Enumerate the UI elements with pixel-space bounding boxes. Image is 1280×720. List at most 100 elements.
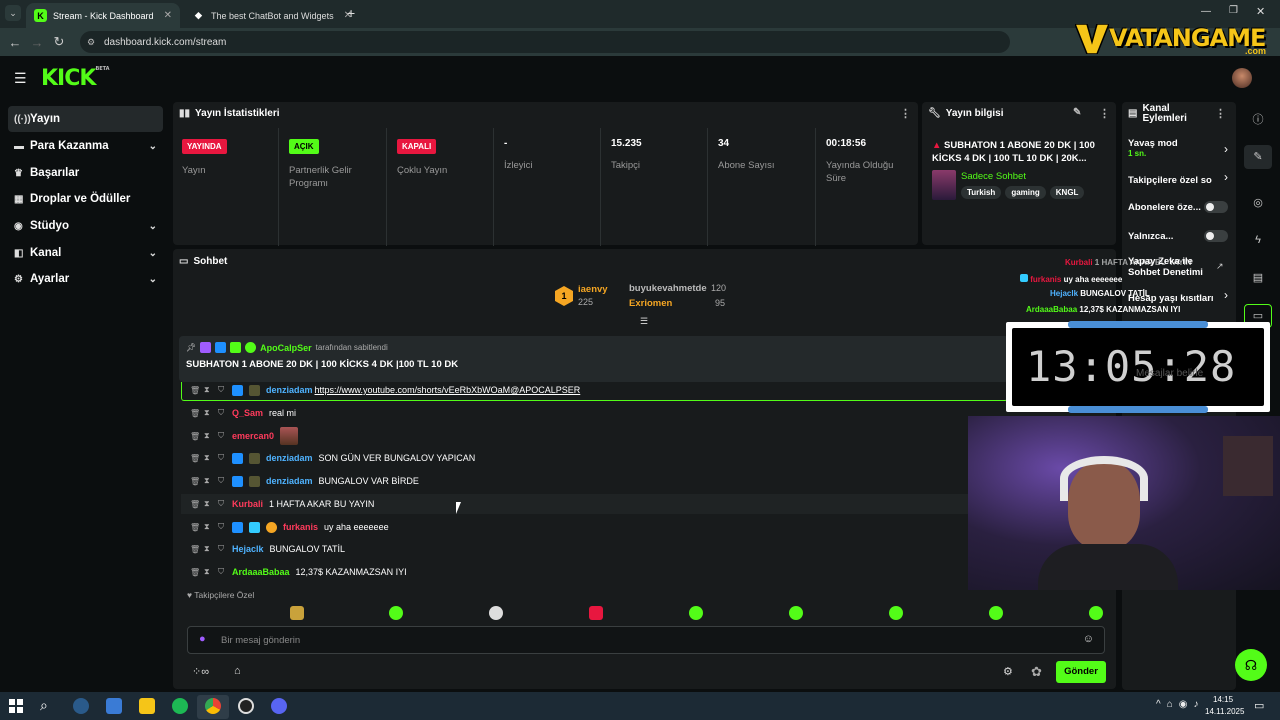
forward-icon[interactable]: →	[26, 35, 48, 50]
ban-icon[interactable]: ⛉	[218, 499, 226, 509]
tab-chatbot[interactable]: ◆ The best ChatBot and Widgets ✕	[184, 3, 360, 28]
minimize-icon[interactable]: —	[1201, 6, 1211, 17]
emote-icon[interactable]	[1089, 606, 1103, 620]
chat-username[interactable]: emercan0	[232, 431, 274, 441]
emote-icon[interactable]	[789, 606, 803, 620]
timeout-icon[interactable]: ⧗	[204, 408, 212, 418]
chat-message[interactable]: 🗑︎ ⧗ ⛉ emercan0	[190, 427, 299, 445]
send-button[interactable]: Gönder	[1056, 661, 1106, 683]
close-tab-icon[interactable]: ✕	[164, 10, 172, 21]
delete-icon[interactable]: 🗑︎	[190, 500, 200, 509]
tag[interactable]: KNGL	[1049, 186, 1085, 199]
info-menu-icon[interactable]: ⋮	[1099, 107, 1110, 120]
site-info-icon[interactable]: ⚙	[87, 37, 95, 48]
collapse-leaderboard-icon[interactable]: ☰	[640, 316, 648, 327]
mic-icon[interactable]: ●	[199, 633, 206, 645]
timeout-icon[interactable]: ⧗	[204, 544, 212, 554]
chat-message[interactable]: 🗑︎ ⧗ ⛉ denziadam https://www.youtube.com/s…	[190, 381, 580, 399]
sidebar-item-droplar[interactable]: ▦ Droplar ve Ödüller	[8, 186, 163, 212]
chat-settings-icon[interactable]: ⚙	[1003, 665, 1013, 678]
support-button[interactable]: ☊	[1235, 649, 1267, 681]
taskbar-time[interactable]: 14:15	[1213, 695, 1233, 704]
tab-kick-dashboard[interactable]: K Stream - Kick Dashboard ✕	[26, 3, 180, 28]
emote-icon[interactable]	[989, 606, 1003, 620]
emote-icon[interactable]	[389, 606, 403, 620]
slow-mode-row[interactable]: Yavaş mod 1 sn. ›	[1128, 138, 1228, 162]
ban-icon[interactable]: ⛉	[218, 408, 226, 418]
chat-message[interactable]: 🗑︎ ⧗ ⛉ Hejaclk BUNGALOV TATİL	[190, 540, 345, 558]
chat-username[interactable]: denziadam	[266, 385, 313, 395]
pinned-message[interactable]: 📌︎ ApoCalpSer tarafından sabitlendi SUBH…	[179, 336, 1009, 382]
chat-message[interactable]: 🗑︎ ⧗ ⛉ Q_Sam real mi	[190, 404, 296, 422]
timeout-icon[interactable]: ⧗	[204, 453, 212, 463]
chat-message[interactable]: 🗑︎ ⧗ ⛉ ArdaaaBabaa 12,37$ KAZANMAZSAN IYI	[190, 563, 407, 581]
chat-username[interactable]: ArdaaaBabaa	[232, 567, 290, 577]
chat-message[interactable]: 🗑︎ ⧗ ⛉ denziadam SON GÜN VER BUNGALOV YAPI…	[190, 449, 475, 467]
ban-icon[interactable]: ⛉	[218, 385, 226, 395]
steam-icon[interactable]	[73, 698, 89, 714]
followers-only-row[interactable]: Takipçilere özel so ›	[1128, 170, 1228, 186]
chrome-icon[interactable]	[205, 698, 221, 714]
system-tray-icons[interactable]: ^⌂◉♪	[1156, 699, 1204, 710]
spotify-icon[interactable]	[172, 698, 188, 714]
delete-icon[interactable]: 🗑︎	[190, 386, 200, 395]
chat-message[interactable]: 🗑︎ ⧗ ⛉ denziadam BUNGALOV VAR BİRDE	[190, 472, 419, 490]
actions-menu-icon[interactable]: ⋮	[1215, 107, 1226, 120]
delete-icon[interactable]: 🗑︎	[190, 523, 200, 532]
start-icon[interactable]	[9, 699, 23, 713]
kick-logo[interactable]: KICKBETA	[41, 66, 110, 91]
reload-icon[interactable]: ↻	[48, 34, 70, 50]
only-toggle[interactable]	[1204, 230, 1228, 242]
mod-settings-icon[interactable]: ✿	[1031, 664, 1042, 680]
ban-icon[interactable]: ⛉	[218, 476, 226, 486]
delete-icon[interactable]: 🗑︎	[190, 454, 200, 463]
emote-icon[interactable]	[689, 606, 703, 620]
category-link[interactable]: Sadece Sohbet	[961, 171, 1026, 182]
sidebar-item-studyo[interactable]: ◉ Stüdyo ⌄	[8, 213, 163, 239]
sidebar-item-yayin[interactable]: ((·)) Yayın	[8, 106, 163, 132]
maximize-icon[interactable]: ❐	[1229, 5, 1238, 16]
sidebar-item-kanal[interactable]: ◧ Kanal ⌄	[8, 240, 163, 266]
chat-text[interactable]: https://www.youtube.com/shorts/vEeRbXbWO…	[315, 385, 581, 395]
taskbar-date[interactable]: 14.11.2025	[1205, 707, 1244, 716]
stats-menu-icon[interactable]: ⋮	[900, 107, 911, 120]
hamburger-menu-icon[interactable]: ☰	[14, 70, 27, 87]
delete-icon[interactable]: 🗑︎	[190, 432, 200, 441]
obs-icon[interactable]	[238, 698, 254, 714]
store-icon[interactable]: ⌂	[234, 665, 241, 677]
chat-username[interactable]: furkanis	[283, 522, 318, 532]
emote-icon[interactable]	[290, 606, 304, 620]
delete-icon[interactable]: 🗑︎	[190, 545, 200, 554]
chat-username[interactable]: denziadam	[266, 453, 313, 463]
chat-username[interactable]: denziadam	[266, 476, 313, 486]
subs-only-toggle[interactable]	[1204, 201, 1228, 213]
camera-rail-icon[interactable]: ◎	[1244, 196, 1272, 220]
chat-username[interactable]: Kurbali	[232, 499, 263, 509]
edit-rail-icon[interactable]: ✎	[1244, 145, 1272, 169]
timeout-icon[interactable]: ⧗	[204, 567, 212, 577]
kick-points-icon[interactable]: ⁘∞	[192, 665, 209, 678]
tag[interactable]: gaming	[1005, 186, 1046, 199]
chat-username[interactable]: Q_Sam	[232, 408, 263, 418]
taskbar-search-icon[interactable]: ⌕	[40, 697, 48, 714]
chat-message[interactable]: 🗑︎ ⧗ ⛉ Kurbali 1 HAFTA AKAR BU YAYIN	[190, 495, 374, 513]
external-link-icon[interactable]: ↗	[1216, 261, 1224, 272]
emoji-icon[interactable]: ☺	[1083, 633, 1094, 645]
lightning-rail-icon[interactable]: ϟ	[1244, 234, 1272, 258]
tag[interactable]: Turkish	[961, 186, 1002, 199]
sidebar-item-ayarlar[interactable]: ⚙ Ayarlar ⌄	[8, 266, 163, 292]
timeout-icon[interactable]: ⧗	[204, 499, 212, 509]
emote-icon[interactable]	[889, 606, 903, 620]
delete-icon[interactable]: 🗑︎	[190, 477, 200, 486]
file-explorer-icon[interactable]	[139, 698, 155, 714]
back-icon[interactable]: ←	[4, 35, 26, 50]
info-rail-icon[interactable]: ⓘ	[1244, 111, 1272, 135]
ban-icon[interactable]: ⛉	[218, 522, 226, 532]
emote-icon[interactable]	[589, 606, 603, 620]
tab-search-button[interactable]: ⌄	[5, 5, 21, 21]
close-window-icon[interactable]: ✕	[1256, 5, 1265, 18]
store-taskbar-icon[interactable]	[106, 698, 122, 714]
document-rail-icon[interactable]: ▤	[1244, 271, 1272, 295]
notifications-icon[interactable]: ▭	[1254, 699, 1264, 712]
edit-icon[interactable]: ✎	[1073, 107, 1081, 118]
